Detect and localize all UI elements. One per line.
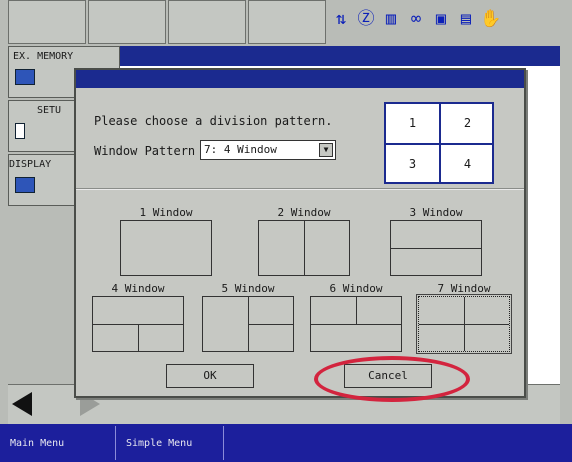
page-icon: ▤ [460,9,472,29]
thumb-line [248,324,293,325]
main-menu-button[interactable]: Main Menu [0,426,116,460]
option-caption: 3 Window [409,206,463,219]
thumb-line [464,297,465,351]
preview-cell: 4 [463,157,472,171]
display-label: DISPLAY [9,159,52,170]
division-pattern-dialog: Please choose a division pattern. Window… [74,68,526,398]
option-7-window[interactable]: 7 Window [416,282,512,354]
simple-menu-button[interactable]: Simple Menu [116,426,224,460]
layout-thumbnail [258,220,350,276]
thumb-line [138,324,139,351]
dialog-title-bar [76,70,524,88]
layout-thumbnail [390,220,482,276]
z-icon: Ⓩ [357,9,375,29]
status-bar: ⇅ Ⓩ ▥ ∞ ▣ ▤ ✋ [8,0,568,44]
option-caption: 5 Window [221,282,275,295]
layout-thumbnail [202,296,294,352]
layout-thumbnail [120,220,212,276]
link-icon: ∞ [410,9,422,29]
preview-divider [386,143,492,145]
option-3-window[interactable]: 3 Window [390,206,482,278]
option-caption: 4 Window [111,282,165,295]
layout-thumbnail [310,296,402,352]
network-icon: ▣ [435,9,447,29]
layout-thumbnail [92,296,184,352]
status-cell[interactable] [168,0,246,44]
thumb-line [311,324,401,325]
option-caption: 6 Window [329,282,383,295]
option-2-window[interactable]: 2 Window [258,206,350,278]
window-pattern-label: Window Pattern [94,144,196,158]
bar-chart-icon: ▥ [385,9,397,29]
status-icon-group: ⇅ Ⓩ ▥ ∞ ▣ ▤ ✋ [330,6,502,32]
preview-cell: 3 [408,157,417,171]
layout-thumbnail [416,294,512,354]
pattern-preview: 1 2 3 4 [384,102,494,184]
hand-icon: ✋ [480,9,502,29]
option-5-window[interactable]: 5 Window [202,282,294,354]
status-cell[interactable] [8,0,86,44]
dialog-prompt: Please choose a division pattern. [94,114,333,128]
ok-button[interactable]: OK [166,364,254,388]
thumb-line [304,221,305,275]
window-pattern-value: 7: 4 Window [204,143,277,156]
option-caption: 2 Window [277,206,331,219]
display-icon [15,177,35,193]
setup-icon [15,123,25,139]
main-title-bar [120,46,560,66]
ex-memory-label: EX. MEMORY [13,51,74,62]
thumb-line [391,248,481,249]
annotation-ring [314,356,470,402]
chevron-down-icon[interactable]: ▼ [319,143,333,157]
dialog-separator [76,188,524,190]
preview-cell: 2 [463,116,472,130]
thumb-line [356,297,357,324]
status-cell[interactable] [88,0,166,44]
option-caption: 7 Window [437,282,491,295]
option-caption: 1 Window [139,206,193,219]
option-6-window[interactable]: 6 Window [310,282,402,354]
pendant-screen: ⇅ Ⓩ ▥ ∞ ▣ ▤ ✋ EX. MEMORY SETU DISPLAY Ma… [0,0,572,462]
mode-icon: ⇅ [335,9,347,29]
option-1-window[interactable]: 1 Window [120,206,212,278]
floppy-icon [15,69,35,85]
window-pattern-select[interactable]: 7: 4 Window ▼ [200,140,336,160]
preview-cell: 1 [408,116,417,130]
option-4-window[interactable]: 4 Window [92,282,184,354]
back-arrow-icon[interactable] [12,392,32,416]
setup-label: SETU [37,105,62,116]
status-cell[interactable] [248,0,326,44]
